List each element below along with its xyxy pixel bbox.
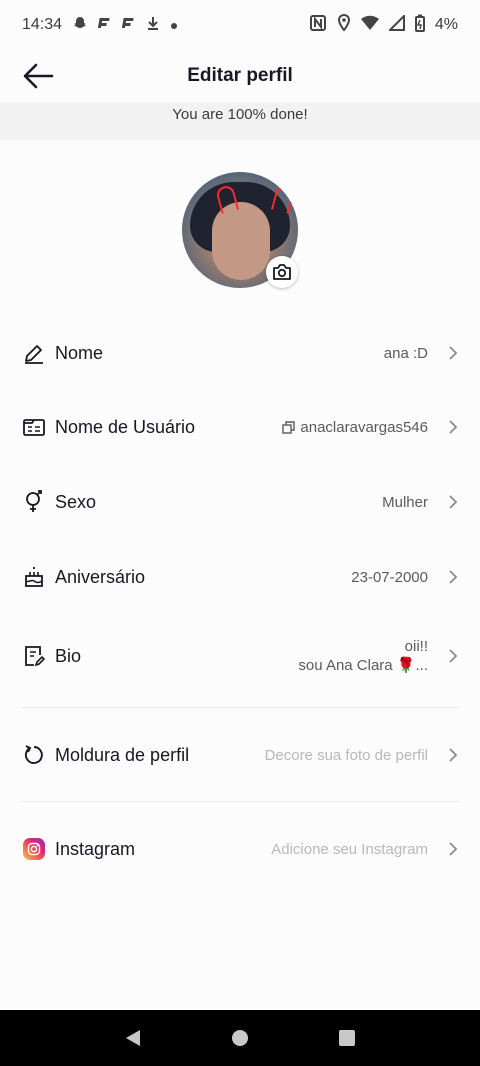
divider [22,707,460,708]
row-label: Bio [55,645,82,666]
flipboard-icon [121,16,136,34]
chevron-right-icon [436,495,458,509]
snapchat-icon [72,15,88,35]
status-time: 14:34 [22,16,63,33]
row-bio[interactable]: Bio oii!! sou Ana Clara 🌹... [0,626,480,686]
instagram-icon [22,837,46,861]
location-icon [337,13,351,37]
status-left: 14:34 [22,15,178,35]
row-value: 23-07-2000 [351,568,428,586]
system-nav-bar [0,1010,480,1066]
chevron-right-icon [436,346,458,360]
row-label: Aniversário [55,566,146,587]
cake-icon [22,565,46,589]
avatar-container[interactable] [182,172,298,288]
username-value: anaclaravargas546 [300,418,428,436]
chevron-right-icon [436,748,458,762]
copy-icon[interactable] [282,420,296,434]
chevron-right-icon [436,649,458,663]
page-title: Editar perfil [187,65,293,86]
gender-icon [22,490,46,514]
chevron-right-icon [436,570,458,584]
bio-value: oii!! sou Ana Clara 🌹... [298,637,428,675]
row-label: Instagram [55,838,136,859]
row-label: Nome de Usuário [55,416,196,437]
completion-text: You are 100% done! [172,106,308,123]
bio-line-1: oii!! [404,638,428,655]
id-card-icon [22,415,46,439]
row-value: ana :D [383,344,428,362]
wifi-icon [360,15,379,36]
row-value: anaclaravargas546 [282,419,428,436]
status-bar: 14:34 4% [0,0,480,50]
dot-icon [170,17,178,34]
pencil-icon [22,341,46,365]
chevron-right-icon [436,842,458,856]
bio-line-2: sou Ana Clara 🌹... [298,657,428,674]
header: Editar perfil [0,50,480,102]
battery-percent: 4% [434,16,458,33]
row-instagram[interactable]: Instagram Adicione seu Instagram [0,819,480,879]
row-aniversario[interactable]: Aniversário 23-07-2000 [0,547,480,607]
change-photo-button[interactable] [266,256,298,288]
home-circle-icon[interactable] [231,1029,249,1047]
flipboard-icon [97,16,112,34]
row-nome[interactable]: Nome ana :D [0,323,480,383]
status-right: 4% [309,13,458,37]
row-label: Sexo [55,491,97,512]
note-icon [22,644,46,668]
signal-icon [387,13,405,36]
back-triangle-icon[interactable] [124,1028,142,1048]
row-moldura[interactable]: Moldura de perfil Decore sua foto de per… [0,725,480,785]
camera-icon [273,264,291,280]
devil-horn-icon [270,184,296,214]
back-button[interactable] [20,60,56,92]
recents-square-icon[interactable] [338,1029,356,1047]
refresh-icon [22,743,46,767]
row-value: Mulher [382,493,428,511]
divider [22,801,460,802]
completion-banner: You are 100% done! [0,102,480,140]
row-value: Decore sua foto de perfil [264,746,428,764]
chevron-right-icon [436,420,458,434]
row-label: Nome [55,342,104,363]
row-sexo[interactable]: Sexo Mulher [0,472,480,532]
nfc-icon [309,14,327,37]
row-label: Moldura de perfil [55,744,190,765]
row-value: Adicione seu Instagram [271,840,428,858]
battery-icon [414,14,425,37]
back-arrow-icon [23,63,54,89]
download-icon [146,16,160,34]
row-username[interactable]: Nome de Usuário anaclaravargas546 [0,397,480,457]
